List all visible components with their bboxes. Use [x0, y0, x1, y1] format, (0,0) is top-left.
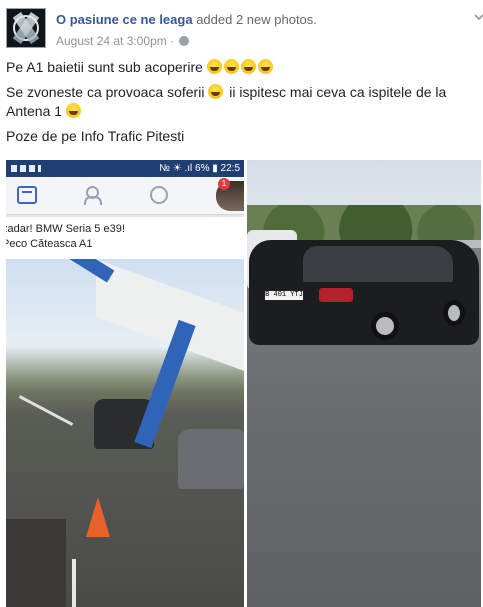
car-front-wheel	[443, 300, 465, 326]
post-header: O pasiune ce ne leaga added 2 new photos…	[6, 6, 483, 52]
meta-separator: ·	[170, 34, 175, 48]
post-message: Pe A1 baietii sunt sub acoperire Se zvon…	[6, 58, 476, 152]
friends-icon	[84, 186, 104, 205]
status-bar-right: № ☀ .ıl 6% ▮ 22:5	[159, 163, 240, 174]
smiling-emoji-icon	[208, 84, 224, 99]
foreground-shelf	[6, 519, 66, 607]
laughing-emoji-icon	[223, 59, 239, 74]
caption-line-1: zadar! BMW Seria 5 e39!	[6, 223, 125, 235]
post-line-1-text: Pe A1 baietii sunt sub acoperire	[6, 59, 203, 75]
post-line-1: Pe A1 baietii sunt sub acoperire	[6, 58, 476, 77]
lane-line	[72, 559, 76, 607]
license-plate: B 401 YTJ	[264, 290, 304, 301]
post-action-text: added 2 new photos.	[196, 12, 317, 27]
laughing-emoji-icon	[206, 59, 222, 74]
chevron-down-icon[interactable]	[474, 12, 483, 22]
post-line-3: Poze de pe Info Trafic Pitesti	[6, 128, 185, 144]
post-header-line: O pasiune ce ne leaga added 2 new photos…	[56, 12, 317, 27]
car-taillight	[319, 288, 353, 302]
phone-status-bar: № ☀ .ıl 6% ▮ 22:5	[6, 160, 244, 177]
notification-badge: 1	[218, 178, 230, 190]
news-feed-icon	[17, 186, 37, 204]
post-line-2-text: Se zvoneste ca provoaca soferii	[6, 84, 205, 100]
laughing-emoji-icon	[65, 103, 81, 118]
post-line-2: Se zvoneste ca provoaca soferii ii ispit…	[6, 83, 476, 121]
screenshot-post-caption: zadar! BMW Seria 5 e39! Peco Căteasca A1	[6, 217, 244, 259]
laughing-emoji-icon	[240, 59, 256, 74]
page-name-link[interactable]: O pasiune ce ne leaga	[56, 12, 193, 27]
page-avatar[interactable]	[6, 8, 46, 48]
laughing-emoji-icon	[257, 59, 273, 74]
road-marking	[18, 395, 74, 426]
gas-station-photo	[6, 259, 244, 607]
post-photo-2[interactable]: B 401 YTJ	[247, 160, 481, 607]
post-meta: August 24 at 3:00pm ·	[56, 34, 190, 48]
traffic-cone	[86, 497, 110, 537]
car-rear-wheel	[371, 312, 399, 340]
caption-line-2: Peco Căteasca A1	[6, 238, 93, 250]
fb-app-nav: 1	[6, 177, 244, 215]
grey-car	[178, 429, 244, 489]
globe-icon[interactable]	[179, 36, 190, 46]
post-timestamp[interactable]: August 24 at 3:00pm	[56, 34, 167, 48]
status-notification-icons	[11, 165, 41, 172]
car-window	[303, 246, 453, 282]
post-photo-1[interactable]: № ☀ .ıl 6% ▮ 22:5 1 zadar! BMW Seria 5 e…	[6, 160, 244, 607]
notifications-globe-icon	[150, 186, 168, 204]
